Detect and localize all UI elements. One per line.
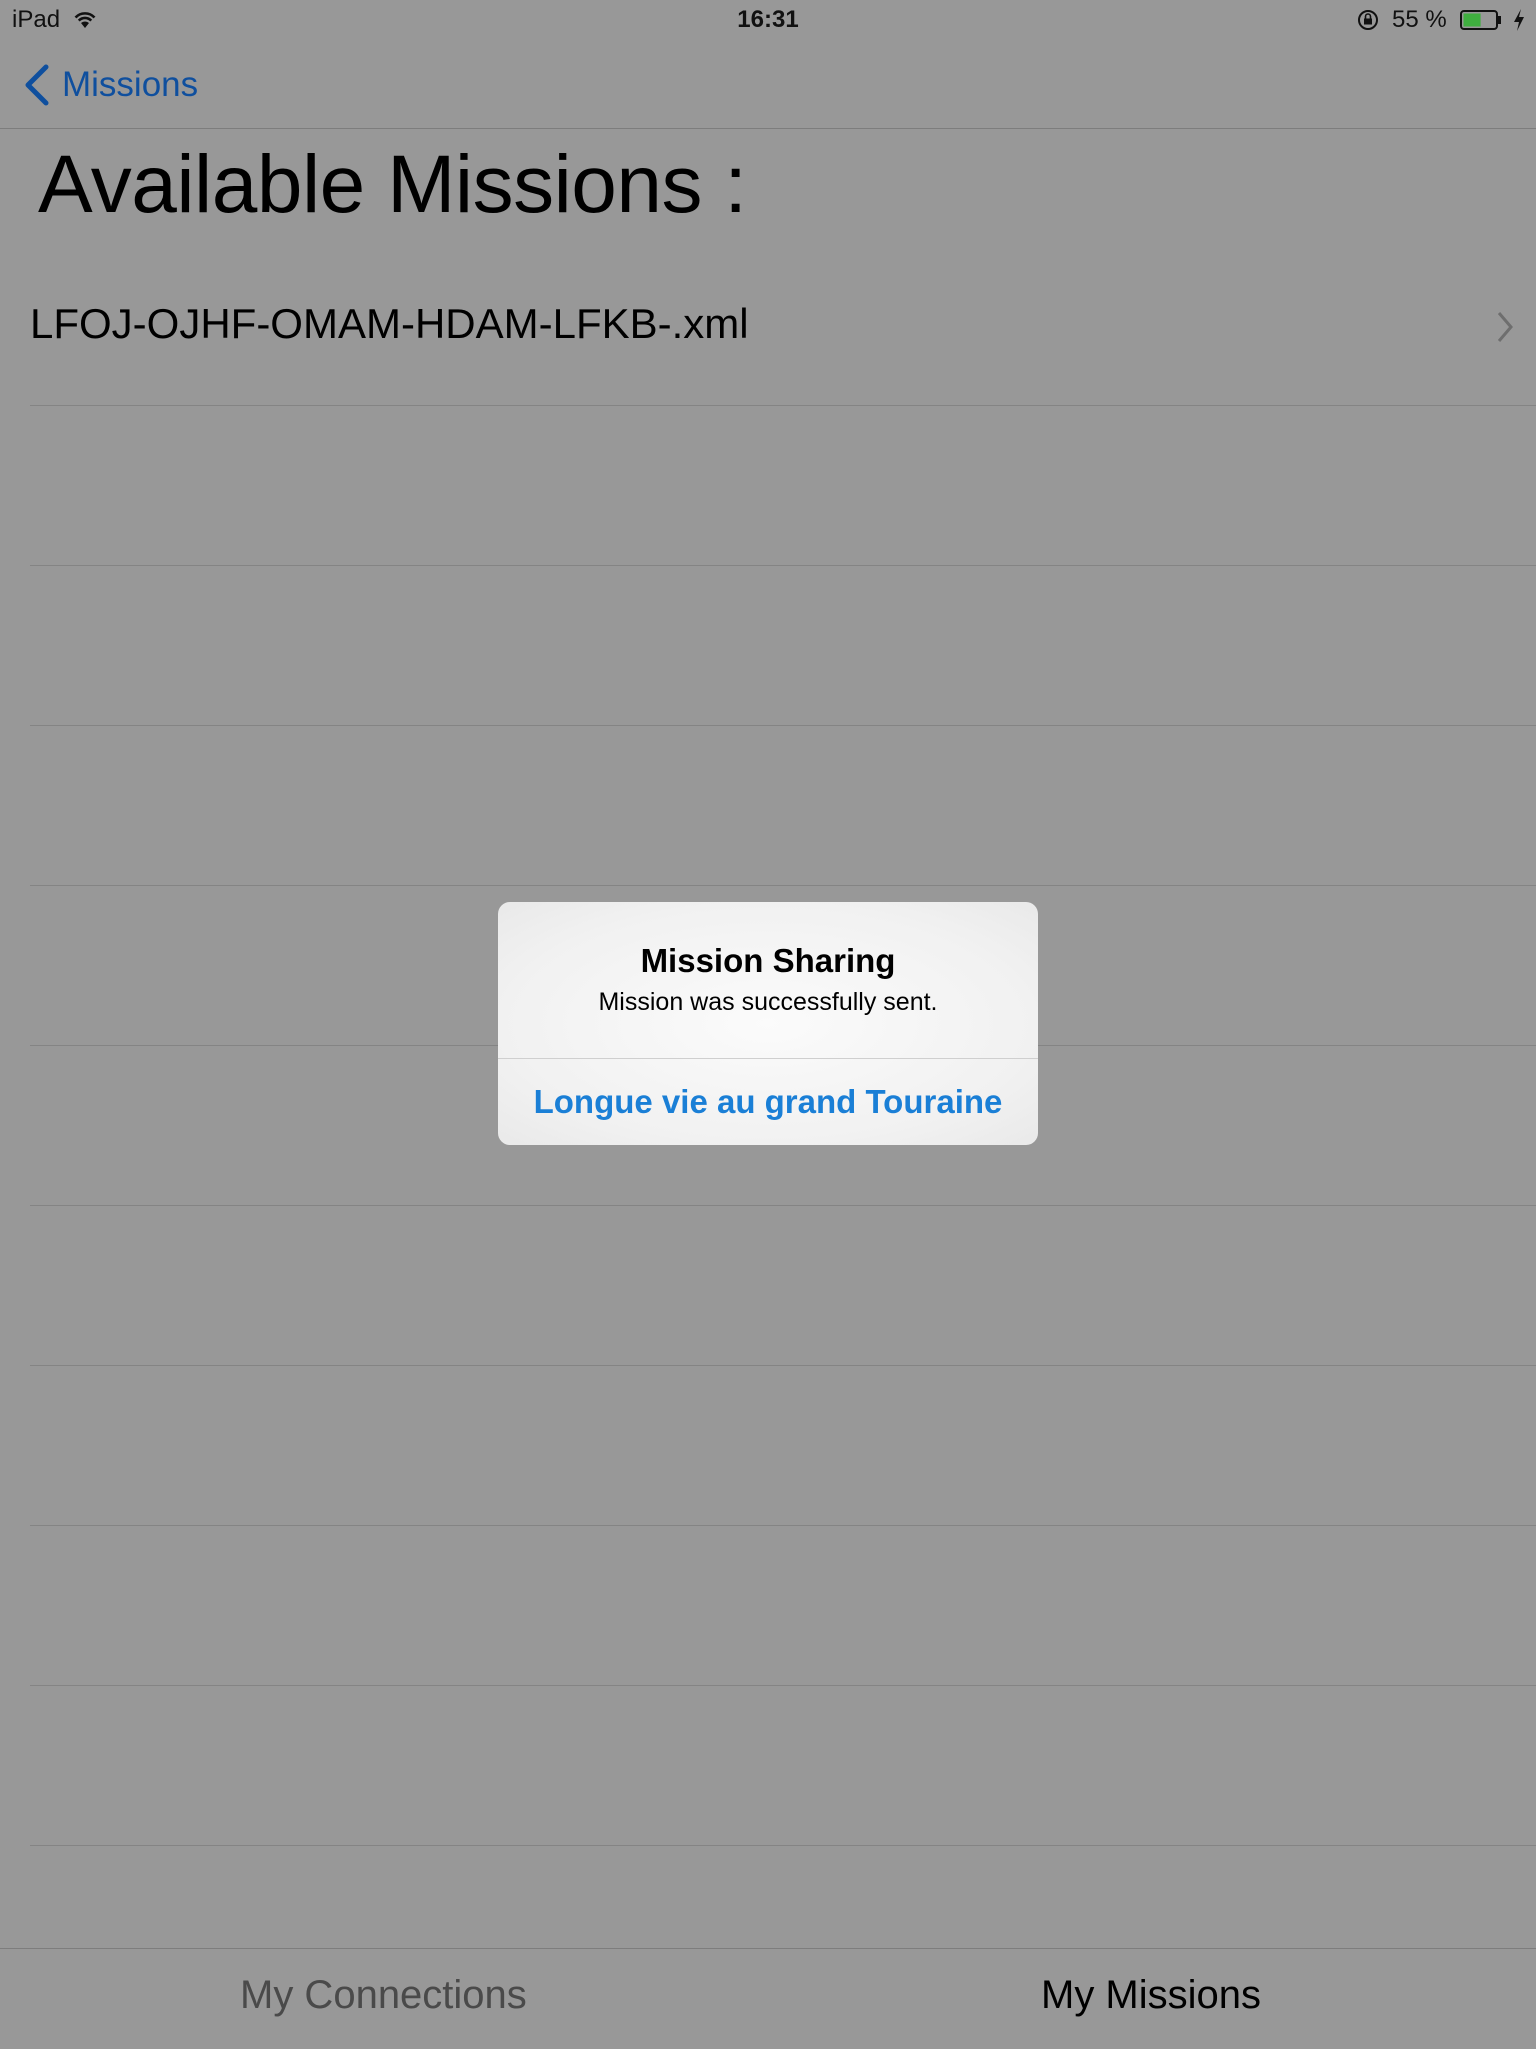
alert-message: Mission was successfully sent. <box>598 988 938 1016</box>
alert-title: Mission Sharing <box>640 942 896 979</box>
alert-confirm-button[interactable]: Longue vie au grand Touraine <box>498 1059 1038 1145</box>
alert-dialog: Mission Sharing Mission was successfully… <box>498 902 1038 1145</box>
